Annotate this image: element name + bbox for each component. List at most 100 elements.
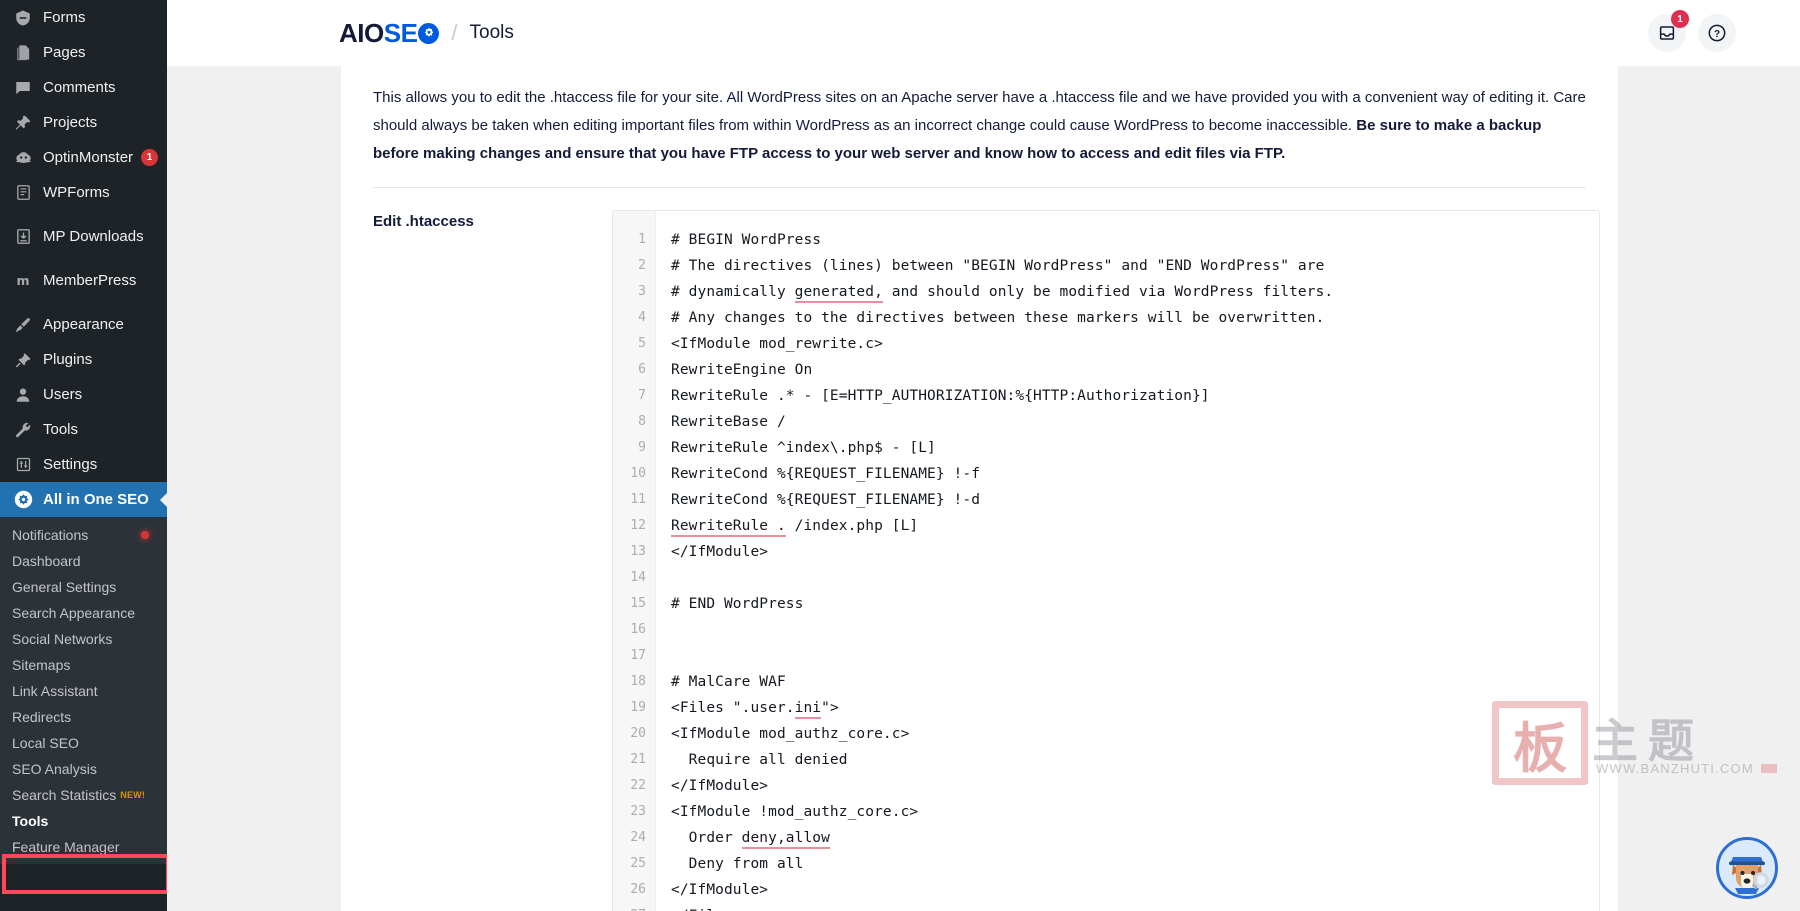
sidebar-item-mp-downloads[interactable]: MP Downloads bbox=[0, 219, 167, 254]
header-actions: 1 ? bbox=[1648, 10, 1736, 52]
code-line: Order deny,allow bbox=[671, 825, 1599, 851]
line-number: 19 bbox=[630, 700, 646, 715]
line-number: 3 bbox=[638, 284, 646, 299]
sidebar-item-comments[interactable]: Comments bbox=[0, 70, 167, 105]
sidebar-item-wpforms[interactable]: WPForms bbox=[0, 175, 167, 210]
page-background-gutter bbox=[167, 0, 341, 911]
submenu-item-local-seo[interactable]: Local SEO bbox=[0, 730, 167, 756]
sidebar-item-label: Plugins bbox=[43, 351, 93, 368]
logo-gear-icon bbox=[418, 22, 440, 44]
submenu-item-label: Local SEO bbox=[12, 735, 79, 751]
submenu-item-feature-manager[interactable]: Feature Manager bbox=[0, 834, 167, 860]
submenu-item-link-assistant[interactable]: Link Assistant bbox=[0, 678, 167, 704]
line-number: 5 bbox=[638, 336, 646, 351]
sidebar-item-all-in-one-seo[interactable]: All in One SEO bbox=[0, 482, 167, 517]
submenu-item-tools[interactable]: Tools bbox=[0, 808, 167, 834]
pages-icon bbox=[12, 42, 34, 64]
line-number: 26 bbox=[630, 882, 646, 897]
editor-field-label: Edit .htaccess bbox=[373, 213, 474, 230]
download-icon bbox=[12, 226, 34, 248]
code-line: # BEGIN WordPress bbox=[671, 232, 822, 248]
breadcrumb-current: Tools bbox=[469, 22, 514, 43]
htaccess-code-editor[interactable]: 1 2 3 4 5 6 7 8 9 10 11 12 13 14 15 16 17 18 19 20 21 22 23 24 2… bbox=[612, 210, 1600, 911]
code-line: # The directives (lines) between "BEGIN … bbox=[671, 258, 1325, 274]
sidebar-item-label: OptinMonster bbox=[43, 149, 134, 166]
sidebar-item-projects[interactable]: Projects bbox=[0, 105, 167, 140]
line-number: 15 bbox=[630, 596, 646, 611]
line-number: 1 bbox=[638, 232, 646, 247]
line-number-gutter: 1 2 3 4 5 6 7 8 9 10 11 12 13 14 15 16 17 18 19 20 21 22 23 24 2… bbox=[613, 211, 656, 911]
editor-row: Edit .htaccess 1 2 3 4 5 6 7 8 9 10 11 12 13 14 15 16 17… bbox=[341, 188, 1618, 911]
line-number: 18 bbox=[630, 674, 646, 689]
sidebar-item-tools[interactable]: Tools bbox=[0, 412, 167, 447]
code-line: </Files> bbox=[671, 903, 1599, 911]
submenu-item-label: Social Networks bbox=[12, 631, 113, 647]
code-line: Require all denied bbox=[671, 752, 848, 768]
spellcheck-underline: deny,allow bbox=[741, 830, 830, 849]
svg-text:?: ? bbox=[1714, 29, 1720, 40]
wp-admin-sidebar: Forms Pages Comments Projects OptinMonster 1 W… bbox=[0, 0, 167, 911]
submenu-item-label: SEO Analysis bbox=[12, 761, 97, 777]
line-number: 4 bbox=[638, 310, 646, 325]
sidebar-item-appearance[interactable]: Appearance bbox=[0, 307, 167, 342]
submenu-item-redirects[interactable]: Redirects bbox=[0, 704, 167, 730]
submenu-item-search-statistics[interactable]: Search Statistics NEW! bbox=[0, 782, 167, 808]
code-line: RewriteEngine On bbox=[671, 362, 813, 378]
wpforms-icon bbox=[12, 182, 34, 204]
submenu-item-label: Notifications bbox=[12, 527, 89, 543]
line-number: 25 bbox=[630, 856, 646, 871]
detective-dog-icon bbox=[1720, 841, 1774, 895]
new-badge: NEW! bbox=[120, 790, 146, 800]
submenu-item-label: Sitemaps bbox=[12, 657, 71, 673]
sidebar-item-settings[interactable]: Settings bbox=[0, 447, 167, 482]
code-line: Deny from all bbox=[671, 856, 804, 872]
screen-root: Forms Pages Comments Projects OptinMonster 1 W… bbox=[0, 0, 1800, 911]
sidebar-item-label: Tools bbox=[43, 421, 79, 438]
spellcheck-underline: ini bbox=[794, 700, 822, 719]
support-chat-widget[interactable] bbox=[1716, 837, 1778, 899]
sidebar-item-forms[interactable]: Forms bbox=[0, 0, 167, 35]
plugins-icon bbox=[12, 349, 34, 371]
sidebar-item-pages[interactable]: Pages bbox=[0, 35, 167, 70]
sidebar-item-label: WPForms bbox=[43, 184, 110, 201]
submenu-item-seo-analysis[interactable]: SEO Analysis bbox=[0, 756, 167, 782]
submenu-item-label: Search Statistics bbox=[12, 787, 117, 803]
code-text-area[interactable]: # BEGIN WordPress # The directives (lines… bbox=[656, 211, 1599, 911]
code-line: <IfModule mod_rewrite.c> bbox=[671, 336, 883, 352]
submenu-item-search-appearance[interactable]: Search Appearance bbox=[0, 600, 167, 626]
submenu-item-sitemaps[interactable]: Sitemaps bbox=[0, 652, 167, 678]
code-line: <IfModule !mod_authz_core.c> bbox=[671, 804, 919, 820]
users-icon bbox=[12, 384, 34, 406]
code-line: # Any changes to the directives between … bbox=[671, 310, 1325, 326]
submenu-item-general-settings[interactable]: General Settings bbox=[0, 574, 167, 600]
code-line: RewriteCond %{REQUEST_FILENAME} !-d bbox=[671, 492, 981, 508]
code-line: # END WordPress bbox=[671, 596, 804, 612]
inbox-icon bbox=[1659, 26, 1675, 40]
logo-text-seo: SE bbox=[383, 17, 418, 48]
code-line: <IfModule mod_authz_core.c> bbox=[671, 726, 910, 742]
code-line: <Files ".user.ini"> bbox=[671, 695, 1599, 721]
sidebar-item-optinmonster[interactable]: OptinMonster 1 bbox=[0, 140, 167, 175]
sidebar-item-label: MP Downloads bbox=[43, 228, 144, 245]
sidebar-item-memberpress[interactable]: m MemberPress bbox=[0, 263, 167, 298]
submenu-item-label: General Settings bbox=[12, 579, 117, 595]
settings-icon bbox=[12, 454, 34, 476]
notifications-button[interactable]: 1 bbox=[1648, 10, 1689, 52]
submenu-item-social-networks[interactable]: Social Networks bbox=[0, 626, 167, 652]
code-line: # MalCare WAF bbox=[671, 674, 786, 690]
aioseo-submenu: Notifications Dashboard General Settings Se… bbox=[0, 517, 167, 864]
sidebar-item-plugins[interactable]: Plugins bbox=[0, 342, 167, 377]
aioseo-icon bbox=[12, 489, 34, 511]
line-number: 12 bbox=[630, 518, 646, 533]
code-line: # dynamically generated, and should only… bbox=[671, 279, 1599, 305]
wrench-icon bbox=[12, 419, 34, 441]
submenu-item-label: Link Assistant bbox=[12, 683, 98, 699]
line-number: 27 bbox=[613, 903, 655, 911]
sidebar-item-users[interactable]: Users bbox=[0, 377, 167, 412]
help-button[interactable]: ? bbox=[1698, 14, 1736, 52]
submenu-item-dashboard[interactable]: Dashboard bbox=[0, 548, 167, 574]
submenu-item-notifications[interactable]: Notifications bbox=[0, 522, 167, 548]
aioseo-logo[interactable]: AIO SE bbox=[339, 17, 440, 49]
